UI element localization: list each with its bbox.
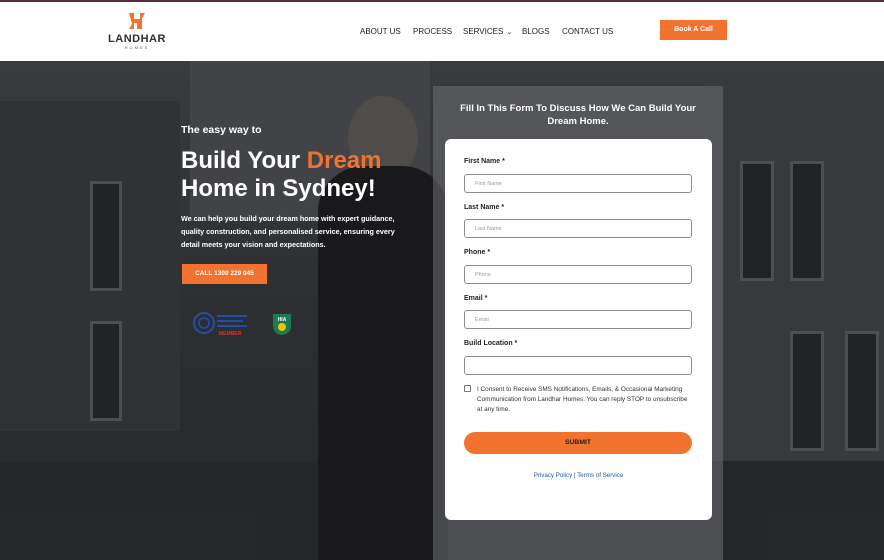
first-name-field[interactable] [464,174,692,193]
logo-name: LANDHAR [108,33,166,45]
build-location-field[interactable] [464,356,692,375]
book-a-call-button[interactable]: Book A Call [660,20,727,40]
nav-process[interactable]: PROCESS [413,27,452,36]
headline-part1: Build Your [181,147,307,174]
nav-blogs[interactable]: BLOGS [522,27,550,36]
phone-label: Phone * [464,249,491,256]
hero-headline: Build Your Dream Home in Sydney! [181,147,411,203]
badge-hia-text: HIA [278,317,287,323]
logo-subtitle: HOMES [124,45,150,50]
site-header: LANDHAR HOMES ABOUT US PROCESS SERVICES ⌄… [0,2,884,61]
email-label: Email * [464,295,488,302]
last-name-field[interactable] [464,219,692,238]
member-badge-icon: MEMBER [193,312,247,337]
badge-member-text: MEMBER [219,331,242,337]
consent-text: I Consent to Receive SMS Notifications, … [477,386,688,413]
nav-contact-us[interactable]: CONTACT US [562,27,613,36]
hero-eyebrow: The easy way to [181,124,262,136]
hero-lead: We can help you build your dream home wi… [181,214,395,249]
form-heading: Fill In This Form To Discuss How We Can … [460,103,696,127]
chevron-down-icon: ⌄ [506,29,513,36]
phone-field[interactable] [464,265,692,284]
first-name-label: First Name * [464,158,505,165]
nav-about-us[interactable]: ABOUT US [360,27,401,36]
nav-services[interactable]: SERVICES ⌄ [463,27,512,36]
consent-checkbox[interactable] [464,385,471,392]
logo-mark-icon [129,13,145,29]
nav-services-label: SERVICES [463,27,504,36]
form-card [445,139,712,520]
last-name-label: Last Name * [464,204,505,211]
email-field[interactable] [464,310,692,329]
submit-button[interactable]: SUBMIT [464,432,692,454]
terms-of-service-link[interactable]: Terms of Service [577,472,623,479]
legal-separator: | [573,472,576,479]
legal-links: Privacy Policy | Terms of Service [445,472,712,479]
logo[interactable]: LANDHAR HOMES [108,10,166,54]
headline-highlight: Dream [306,147,382,174]
hia-badge-icon: HIA [273,314,291,335]
privacy-policy-link[interactable]: Privacy Policy [534,472,573,479]
headline-part2: Home in Sydney! [181,175,376,202]
build-location-label: Build Location * [464,340,518,347]
call-button[interactable]: CALL 1300 229 045 [182,264,267,284]
